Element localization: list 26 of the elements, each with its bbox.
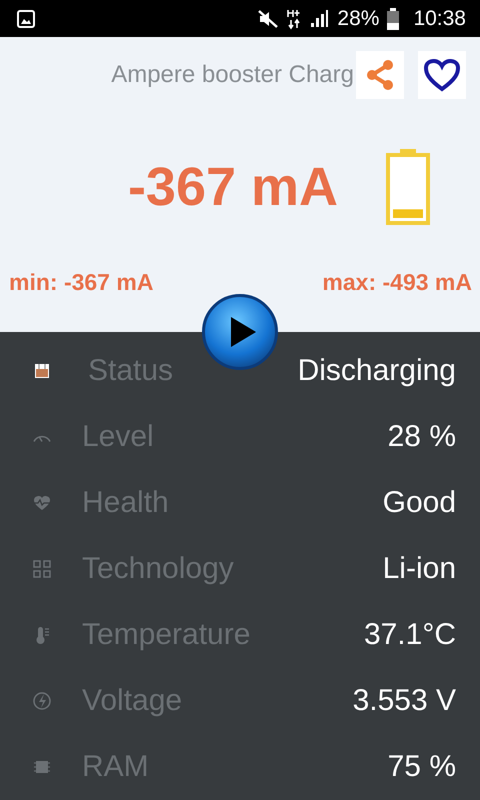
row-value: 75 % (388, 750, 456, 784)
row-value: Li-ion (382, 552, 456, 586)
app-title: Ampere booster Charg (111, 61, 354, 90)
row-value: 37.1°C (364, 618, 456, 652)
signal-icon (309, 8, 330, 29)
favorite-button[interactable] (418, 51, 466, 100)
play-icon (228, 315, 258, 349)
max-reading: max: -493 mA (322, 269, 472, 296)
heart-icon (423, 58, 461, 92)
row-value: Good (382, 486, 456, 520)
battery-icon (32, 361, 52, 381)
battery-percent: 28% (337, 6, 380, 31)
min-reading: min: -367 mA (9, 269, 154, 296)
mute-icon (257, 8, 280, 29)
row-value: 28 % (388, 420, 456, 454)
battery-icon (387, 8, 400, 30)
share-button[interactable] (356, 51, 404, 100)
current-reading: -367 mA (128, 156, 338, 218)
heart-pulse-icon (32, 493, 52, 513)
row-value: 3.553 V (352, 684, 456, 718)
grid-icon (32, 559, 52, 579)
row-value: Discharging (298, 354, 456, 388)
picture-icon (16, 8, 36, 29)
clock-time: 10:38 (413, 6, 466, 31)
bolt-icon (32, 691, 52, 711)
network-icon (287, 8, 302, 30)
